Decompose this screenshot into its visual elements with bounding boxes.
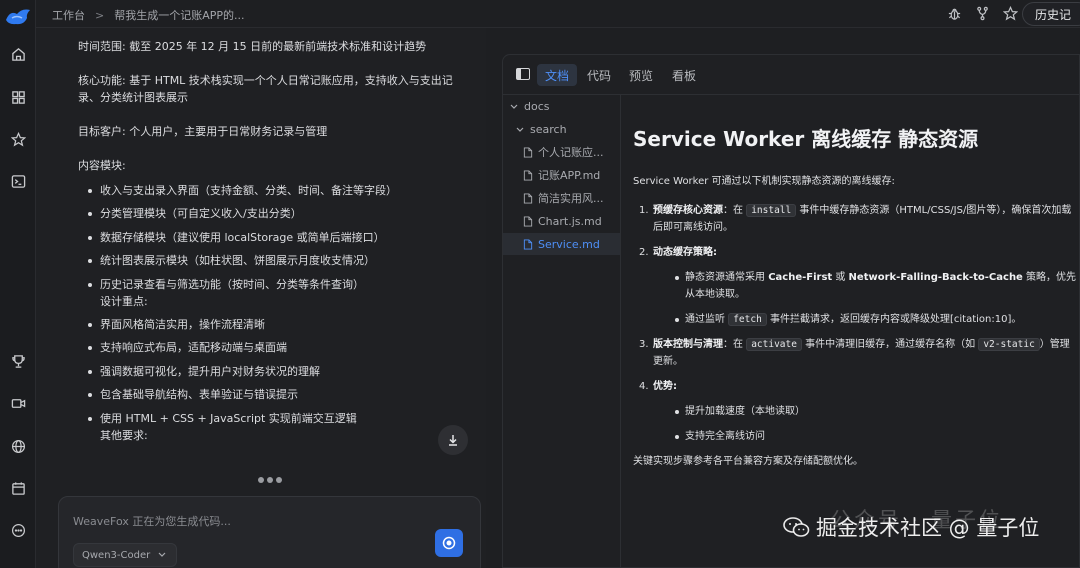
chat-paragraph-function: 核心功能: 基于 HTML 技术栈实现一个个人日常记账应用，支持收入与支出记录、… <box>78 74 453 104</box>
chevron-down-icon <box>158 552 166 557</box>
file-icon <box>523 146 533 158</box>
list-item: 统计图表展示模块（如柱状图、饼图展示月度收支情况） <box>88 252 468 269</box>
star-icon[interactable] <box>9 130 27 148</box>
tab-docs[interactable]: 文档 <box>537 64 578 86</box>
stop-generation-button[interactable] <box>435 529 463 557</box>
doc-steps: 1. 预缓存核心资源：在 install 事件中缓存静态资源（HTML/CSS/… <box>633 202 1077 445</box>
list-item: 数据存储模块（建议使用 localStorage 或简单后端接口） <box>88 229 468 246</box>
list-subheading: 其他要求: <box>100 428 148 442</box>
inline-code: v2-static <box>978 338 1040 351</box>
stop-circle-icon <box>442 536 456 550</box>
prompt-placeholder: WeaveFox 正在为您生成代码... <box>73 515 231 528</box>
chat-bubble-icon[interactable] <box>9 521 27 539</box>
model-select-label: Qwen3-Coder <box>82 549 151 561</box>
app-logo-icon[interactable] <box>4 6 32 28</box>
step-sublist: 静态资源通常采用 Cache-First 或 Network-Falling-B… <box>675 269 1077 328</box>
watermark-ghost-text: 公众号 · 量子位 <box>830 508 1004 532</box>
tree-folder-search[interactable]: search <box>515 118 567 140</box>
file-icon <box>523 192 533 204</box>
breadcrumb: 工作台 > 帮我生成一个记账APP的... <box>52 7 245 23</box>
list-item: 支持响应式布局，适配移动端与桌面端 <box>88 339 468 356</box>
doc-title: Service Worker 离线缓存 静态资源 <box>633 127 979 151</box>
doc-outro: 关键实现步骤参考各平台兼容方案及存储配额优化。 <box>633 456 863 467</box>
list-item: 静态资源通常采用 Cache-First 或 Network-Falling-B… <box>675 269 1077 303</box>
tree-file[interactable]: 简洁实用风... <box>523 187 604 209</box>
scroll-to-bottom-button[interactable] <box>438 425 468 455</box>
list-item: 通过监听 fetch 事件拦截请求，返回缓存内容或降级处理[citation:1… <box>675 311 1077 328</box>
trophy-icon[interactable] <box>9 352 27 370</box>
calendar-icon[interactable] <box>9 479 27 497</box>
inline-code: activate <box>746 338 802 351</box>
toggle-sidebar-icon[interactable] <box>516 68 530 80</box>
chat-paragraph-target: 目标客户: 个人用户，主要用于日常财务记录与管理 <box>78 125 328 138</box>
tree-file[interactable]: 个人记账应... <box>523 141 604 163</box>
file-icon <box>523 238 533 250</box>
tab-preview[interactable]: 预览 <box>621 64 661 86</box>
history-label: 历史记 <box>1034 7 1071 22</box>
chat-module-list: 收入与支出录入界面（支持金额、分类、时间、备注等字段） 分类管理模块（可自定义收… <box>88 182 468 444</box>
list-item: 支持完全离线访问 <box>675 428 1077 445</box>
list-subheading: 设计重点: <box>100 294 148 308</box>
tab-board[interactable]: 看板 <box>664 64 704 86</box>
terminal-icon[interactable] <box>9 172 27 190</box>
doc-intro: Service Worker 可通过以下机制实现静态资源的离线缓存: <box>633 176 895 187</box>
left-rail <box>0 0 36 568</box>
branch-icon[interactable] <box>974 5 990 21</box>
download-arrow-icon <box>449 435 457 446</box>
list-item: 提升加载速度（本地读取） <box>675 403 1077 420</box>
chevron-down-icon <box>510 104 518 109</box>
inline-code: install <box>746 204 797 217</box>
doc-tabs: 文档 代码 预览 看板 <box>503 55 1080 95</box>
markdown-content: Service Worker 离线缓存 静态资源 Service Worker … <box>633 127 1077 470</box>
chat-panel: 时间范围: 截至 2025 年 12 月 15 日前的最新前端技术标准和设计趋势… <box>36 28 486 568</box>
breadcrumb-current: 帮我生成一个记账APP的... <box>114 9 245 22</box>
top-bar: 工作台 > 帮我生成一个记账APP的... 历史记 <box>36 0 1080 28</box>
step-item: 3. 版本控制与清理：在 activate 事件中清理旧缓存，通过缓存名称（如 … <box>639 338 1070 367</box>
tree-file[interactable]: Chart.js.md <box>523 210 602 232</box>
list-item: 界面风格简洁实用，操作流程清晰 <box>88 316 468 333</box>
tree-folder-docs[interactable]: docs <box>509 95 550 117</box>
list-item: 分类管理模块（可自定义收入/支出分类） <box>88 205 468 222</box>
star-outline-icon[interactable] <box>1002 5 1018 21</box>
file-tree: docs search 个人记账应... 记账APP.md 简洁实用风... C… <box>503 95 621 568</box>
chat-message: 时间范围: 截至 2025 年 12 月 15 日前的最新前端技术标准和设计趋势… <box>78 38 468 450</box>
history-button[interactable]: 历史记 <box>1021 2 1080 26</box>
file-icon <box>523 169 533 181</box>
loading-dots <box>258 477 282 483</box>
video-icon[interactable] <box>9 394 27 412</box>
watermark: 公众号 · 量子位 掘金技术社区 @ 量子位 <box>782 508 1039 542</box>
chat-paragraph-time: 时间范围: 截至 2025 年 12 月 15 日前的最新前端技术标准和设计趋势 <box>78 40 427 53</box>
model-select[interactable]: Qwen3-Coder <box>73 543 178 567</box>
document-panel: 文档 代码 预览 看板 docs search 个人记账应... 记账APP.m… <box>502 54 1080 568</box>
prompt-input-box[interactable]: WeaveFox 正在为您生成代码... Qwen3-Coder <box>58 496 481 568</box>
toolbar-icons <box>946 5 1018 21</box>
file-icon <box>523 215 533 227</box>
grid-icon[interactable] <box>9 88 27 106</box>
list-item: 使用 HTML + CSS + JavaScript 实现前端交互逻辑 其他要求: <box>88 410 468 444</box>
breadcrumb-separator: > <box>95 8 105 22</box>
list-item: 收入与支出录入界面（支持金额、分类、时间、备注等字段） <box>88 182 468 199</box>
step-item: 4. 优势: 提升加载速度（本地读取） 支持完全离线访问 <box>633 378 1077 445</box>
list-item: 强调数据可视化，提升用户对财务状况的理解 <box>88 363 468 380</box>
tree-file-selected[interactable]: Service.md <box>503 233 620 255</box>
globe-icon[interactable] <box>9 437 27 455</box>
list-item: 包含基础导航结构、表单验证与错误提示 <box>88 386 468 403</box>
tab-code[interactable]: 代码 <box>579 64 619 86</box>
step-sublist: 提升加载速度（本地读取） 支持完全离线访问 <box>675 403 1077 445</box>
step-item: 2. 动态缓存策略: 静态资源通常采用 Cache-First 或 Networ… <box>633 244 1077 328</box>
chevron-down-icon <box>516 127 524 132</box>
breadcrumb-home[interactable]: 工作台 <box>52 7 85 23</box>
home-icon[interactable] <box>9 45 27 63</box>
chat-paragraph-modules: 内容模块: <box>78 159 126 172</box>
list-item: 历史记录查看与筛选功能（按时间、分类等条件查询） 设计重点: <box>88 276 468 310</box>
bug-icon[interactable] <box>946 5 962 21</box>
wechat-icon <box>783 517 810 537</box>
step-item: 1. 预缓存核心资源：在 install 事件中缓存静态资源（HTML/CSS/… <box>639 204 1072 233</box>
tree-file[interactable]: 记账APP.md <box>523 164 600 186</box>
inline-code: fetch <box>728 313 767 326</box>
